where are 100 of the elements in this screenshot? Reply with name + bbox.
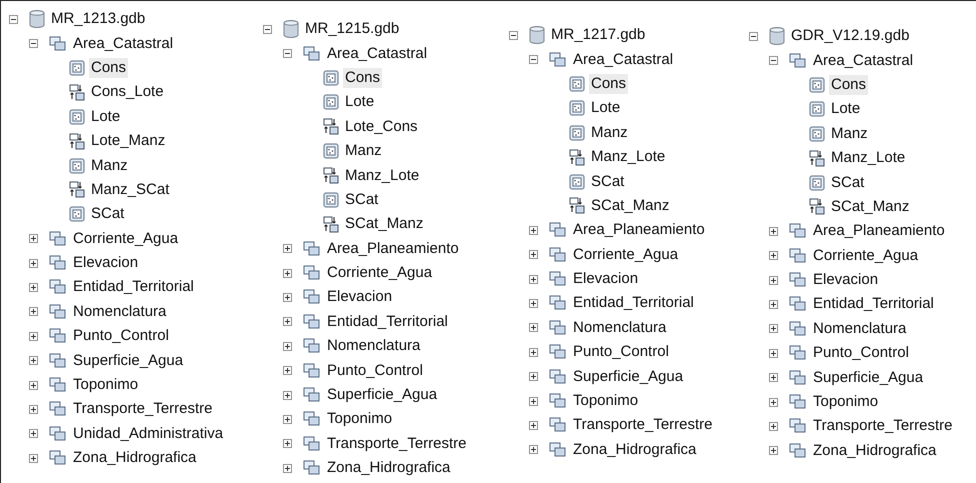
expand-icon[interactable] — [29, 356, 38, 366]
tree-item-label[interactable]: Superficie_Agua — [571, 366, 686, 387]
tree-item-label[interactable]: SCat_Manz — [829, 196, 912, 217]
expand-icon[interactable] — [283, 390, 292, 400]
expand-icon[interactable] — [283, 342, 292, 351]
tree-item-label[interactable]: Cons — [89, 58, 128, 78]
tree-item-label[interactable]: Punto_Control — [571, 342, 671, 362]
tree-item-label[interactable]: Zona_Hidrografica — [71, 448, 198, 468]
tree-item-label[interactable]: Elevacion — [571, 269, 640, 290]
tree-item-label[interactable]: Transporte_Terrestre — [325, 434, 468, 454]
tree-item-label[interactable]: Lote — [829, 99, 862, 120]
collapse-icon[interactable] — [263, 24, 272, 34]
expand-icon[interactable] — [529, 348, 538, 357]
expand-icon[interactable] — [29, 307, 38, 316]
tree-item-label[interactable]: Superficie_Agua — [325, 385, 440, 406]
tree-item-label[interactable]: Elevacion — [325, 287, 394, 308]
expand-icon[interactable] — [29, 282, 38, 292]
tree-item-label[interactable]: Area_Planeamiento — [571, 220, 707, 240]
tree-item-label[interactable]: MR_1217.gdb — [549, 25, 648, 46]
expand-icon[interactable] — [283, 292, 292, 302]
tree-item-label[interactable]: Elevacion — [811, 270, 880, 290]
expand-icon[interactable] — [283, 464, 292, 473]
expand-icon[interactable] — [529, 445, 538, 454]
tree-item-label[interactable]: Corriente_Agua — [571, 244, 680, 265]
tree-item-label[interactable]: SCat_Manz — [589, 196, 672, 216]
expand-icon[interactable] — [529, 298, 538, 308]
tree-item-label[interactable]: Entidad_Territorial — [71, 277, 196, 298]
tree-item-label[interactable]: Entidad_Territorial — [811, 294, 936, 314]
collapse-icon[interactable] — [283, 49, 292, 58]
expand-icon[interactable] — [529, 372, 538, 382]
tree-item-label[interactable]: SCat — [829, 172, 866, 193]
tree-item-label[interactable]: SCat — [89, 204, 126, 224]
expand-icon[interactable] — [529, 420, 538, 430]
tree-item-label[interactable]: Toponimo — [811, 392, 880, 412]
tree-item-label[interactable]: Nomenclatura — [571, 318, 668, 338]
tree-item-label[interactable]: Zona_Hidrografica — [325, 458, 452, 478]
tree-item-label[interactable]: Corriente_Agua — [71, 228, 180, 249]
expand-icon[interactable] — [29, 380, 38, 390]
tree-item-label[interactable]: Corriente_Agua — [811, 246, 920, 266]
tree-item-label[interactable]: Area_Planeamiento — [325, 238, 461, 259]
tree-item-label[interactable]: Area_Catastral — [325, 44, 430, 64]
tree-item-label[interactable]: Manz — [589, 122, 630, 143]
expand-icon[interactable] — [283, 317, 292, 326]
tree-item-label[interactable]: Lote_Cons — [343, 116, 420, 137]
tree-item-label[interactable]: Transporte_Terrestre — [811, 416, 954, 436]
tree-item-label[interactable]: Cons — [343, 68, 382, 88]
collapse-icon[interactable] — [529, 55, 538, 64]
expand-icon[interactable] — [283, 366, 292, 376]
tree-item-label[interactable]: Corriente_Agua — [325, 263, 434, 284]
expand-icon[interactable] — [283, 439, 292, 448]
tree-item-label[interactable]: Punto_Control — [811, 343, 911, 364]
tree-item-label[interactable]: Manz — [343, 141, 384, 162]
expand-icon[interactable] — [29, 234, 38, 244]
tree-item-label[interactable]: Manz_Lote — [343, 166, 422, 186]
tree-item-label[interactable]: GDR_V12.19.gdb — [789, 26, 912, 46]
expand-icon[interactable] — [769, 398, 778, 407]
tree-item-label[interactable]: Area_Planeamiento — [811, 221, 947, 242]
tree-item-label[interactable]: Toponimo — [71, 375, 140, 396]
tree-item-label[interactable]: Cons — [829, 74, 868, 95]
expand-icon[interactable] — [529, 274, 538, 284]
expand-icon[interactable] — [529, 396, 538, 406]
expand-icon[interactable] — [769, 226, 778, 236]
tree-item-label[interactable]: Superficie_Agua — [71, 350, 186, 371]
expand-icon[interactable] — [769, 276, 778, 285]
tree-item-label[interactable]: Unidad_Administrativa — [71, 424, 226, 444]
tree-item-label[interactable]: Nomenclatura — [71, 302, 168, 322]
collapse-icon[interactable] — [769, 56, 778, 66]
tree-item-label[interactable]: Lote — [589, 98, 622, 118]
tree-item-label[interactable]: Transporte_Terrestre — [71, 399, 214, 420]
expand-icon[interactable] — [283, 244, 292, 254]
tree-item-label[interactable]: SCat_Manz — [343, 214, 426, 234]
expand-icon[interactable] — [769, 446, 778, 456]
tree-item-label[interactable]: Entidad_Territorial — [325, 312, 450, 332]
tree-item-label[interactable]: SCat — [589, 172, 626, 192]
tree-item-label[interactable]: MR_1215.gdb — [303, 19, 402, 40]
expand-icon[interactable] — [29, 429, 38, 438]
expand-icon[interactable] — [283, 268, 292, 278]
expand-icon[interactable] — [769, 300, 778, 309]
tree-item-label[interactable]: Punto_Control — [71, 326, 171, 346]
expand-icon[interactable] — [29, 454, 38, 463]
tree-item-label[interactable]: Lote_Manz — [89, 131, 168, 152]
expand-icon[interactable] — [769, 324, 778, 334]
collapse-icon[interactable] — [29, 39, 38, 48]
tree-item-label[interactable]: Manz_Lote — [589, 147, 668, 168]
tree-item-label[interactable]: Nomenclatura — [811, 318, 908, 339]
tree-item-label[interactable]: Manz — [829, 124, 870, 144]
tree-item-label[interactable]: MR_1213.gdb — [49, 9, 148, 30]
tree-item-label[interactable]: Area_Catastral — [571, 50, 676, 70]
expand-icon[interactable] — [529, 226, 538, 235]
tree-item-label[interactable]: Nomenclatura — [325, 336, 422, 356]
tree-item-label[interactable]: Superficie_Agua — [811, 368, 926, 388]
tree-item-label[interactable]: Manz — [89, 156, 130, 176]
tree-item-label[interactable]: Cons_Lote — [89, 82, 166, 102]
tree-item-label[interactable]: Transporte_Terrestre — [571, 415, 714, 436]
expand-icon[interactable] — [283, 414, 292, 424]
tree-item-label[interactable]: Area_Catastral — [811, 50, 916, 71]
expand-icon[interactable] — [769, 348, 778, 358]
tree-item-label[interactable]: Toponimo — [325, 409, 394, 430]
tree-item-label[interactable]: Area_Catastral — [71, 34, 176, 54]
tree-item-label[interactable]: SCat — [343, 190, 380, 210]
